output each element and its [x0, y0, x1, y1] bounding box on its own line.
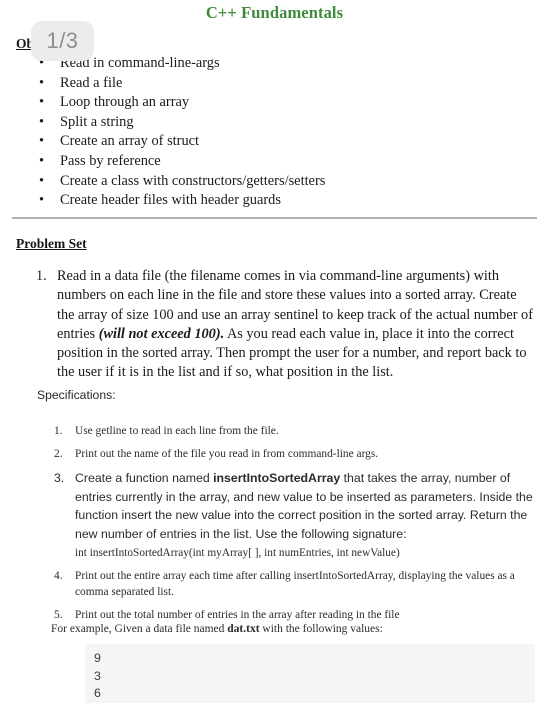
spec-item-text: Print out the entire array each time aft… [75, 570, 515, 599]
bullet-icon: • [39, 74, 45, 91]
section-divider [12, 217, 537, 219]
problem-item-emphasis: (will not exceed 100). [98, 325, 225, 342]
spec-item-text: Print out the name of the file you read … [75, 448, 379, 460]
list-item-label: Read a file [60, 74, 123, 91]
bullet-icon: • [39, 152, 45, 169]
list-item: • Pass by reference [0, 152, 549, 172]
spec-item-text: Use getline to read in each line from th… [75, 425, 279, 437]
spec-item-number: 2. [54, 448, 63, 460]
problem-item: 1. Read in a data file (the filename come… [0, 267, 549, 383]
list-item: • Loop through an array [0, 93, 549, 113]
bullet-icon: • [39, 192, 45, 209]
list-item: • Create an array of struct [0, 132, 549, 152]
spec-item-number: 1. [54, 425, 63, 437]
code-line: 9 [94, 651, 101, 665]
spec-item-signature: int insertIntoSortedArray(int myArray[ ]… [75, 547, 400, 560]
example-intro-text-1: For example, Given a data file named [51, 623, 228, 635]
spec-item: 3. Create a function named insertIntoSort… [0, 469, 549, 561]
bullet-icon: • [39, 133, 45, 150]
spec-item-number: 4. [54, 570, 63, 583]
problem-set-list: 1. Read in a data file (the filename come… [0, 267, 549, 383]
spec-item: 1. Use getline to read in each line from … [0, 423, 549, 439]
example-filename: dat.txt [227, 623, 260, 635]
spec-item-function-name: insertIntoSortedArray [213, 471, 341, 485]
list-item-label: Loop through an array [60, 94, 190, 111]
bullet-icon: • [39, 172, 45, 189]
example-intro-text-2: with the following values: [259, 623, 383, 635]
list-item-label: Create an array of struct [60, 133, 200, 150]
spec-item-number: 3. [54, 471, 65, 485]
problem-set-heading: Problem Set [16, 236, 87, 251]
code-line: 3 [94, 668, 101, 683]
spec-item-text-1: Create a function named [75, 471, 214, 485]
spec-item: 2. Print out the name of the file you rea… [0, 446, 549, 462]
example-intro: For example, Given a data file named dat… [51, 621, 383, 637]
example-code-block: 9 3 6 [85, 644, 535, 703]
bullet-icon: • [39, 94, 45, 111]
spec-item-text: Print out the total number of entries in… [75, 609, 400, 622]
page-indicator-badge[interactable]: 1/3 [31, 21, 94, 61]
list-item-label: Create a class with constructors/getters… [60, 172, 326, 189]
list-item: • Create a class with constructors/getter… [0, 172, 549, 192]
specifications-list: 1. Use getline to read in each line from … [0, 423, 549, 630]
list-item: • Create header files with header guards [0, 191, 549, 211]
bullet-icon: • [39, 113, 45, 130]
problem-item-number: 1. [36, 268, 47, 284]
list-item-label: Pass by reference [60, 152, 161, 169]
document-page: C++ Fundamentals 1/3 Objectives •Read in… [0, 3, 549, 703]
list-item: • Read a file [0, 74, 549, 94]
list-item: • Split a string [0, 113, 549, 133]
spec-item: 4. Print out the entire array each time a… [0, 568, 549, 600]
page-title: C++ Fundamentals [205, 3, 344, 22]
list-item-label: Create header files with header guards [60, 192, 281, 209]
specifications-label: Specifications: [37, 388, 116, 402]
list-item-label: Split a string [60, 113, 134, 130]
objectives-list: • Read in command-line-args • Read a file … [0, 54, 549, 211]
